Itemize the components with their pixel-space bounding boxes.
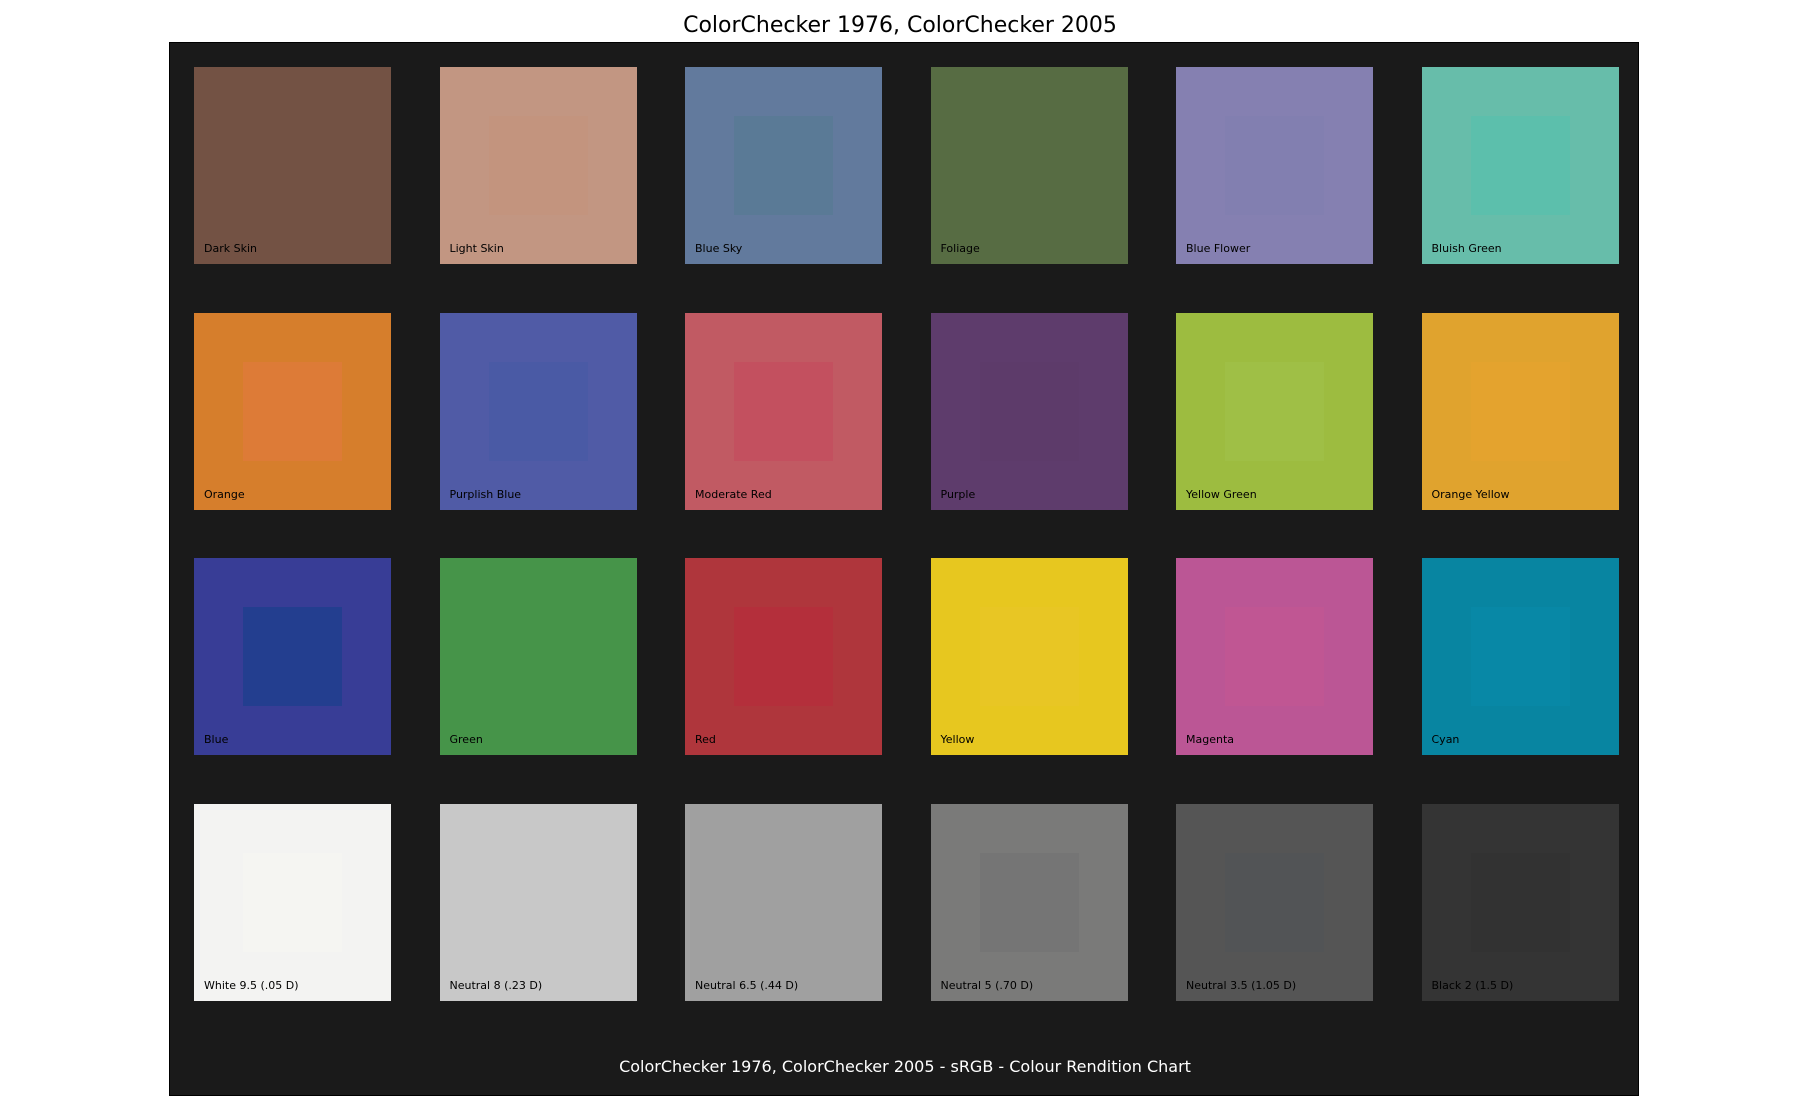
color-swatch-inner <box>979 852 1079 952</box>
color-swatch: Yellow <box>930 558 1128 755</box>
color-swatch: Magenta <box>1176 558 1373 755</box>
color-swatch-inner <box>243 852 342 952</box>
swatch-label: Neutral 6.5 (.44 D) <box>695 978 799 992</box>
color-swatch: Green <box>439 558 637 755</box>
color-swatch-inner <box>488 116 588 215</box>
swatch-label: Bluish Green <box>1431 242 1502 255</box>
swatch-label: White 9.5 (.05 D) <box>204 978 299 992</box>
color-swatch: Moderate Red <box>685 312 882 510</box>
color-swatch: Neutral 6.5 (.44 D) <box>685 803 882 1001</box>
color-swatch: Neutral 8 (.23 D) <box>439 803 637 1001</box>
swatch-label: Neutral 8 (.23 D) <box>449 978 543 992</box>
chart-title: ColorChecker 1976, ColorChecker 2005 <box>683 13 1117 38</box>
color-swatch: Light Skin <box>439 67 637 264</box>
swatch-label: Orange Yellow <box>1431 487 1510 501</box>
swatch-label: Purplish Blue <box>449 487 522 501</box>
color-swatch: Cyan <box>1421 558 1619 755</box>
swatch-label: Green <box>449 733 483 746</box>
swatch-label: Yellow <box>940 733 975 746</box>
color-swatch: Blue Flower <box>1176 67 1373 264</box>
color-swatch: Orange Yellow <box>1421 312 1619 510</box>
swatch-label: Blue Sky <box>695 242 743 255</box>
chart-caption: ColorChecker 1976, ColorChecker 2005 - s… <box>619 1057 1191 1076</box>
color-swatch-inner <box>1470 361 1570 461</box>
color-swatch-inner <box>979 116 1079 215</box>
color-swatch-inner <box>734 116 833 215</box>
color-swatch-inner <box>1225 607 1324 706</box>
swatch-label: Orange <box>204 487 245 501</box>
color-swatch-inner <box>243 361 342 461</box>
color-swatch-inner <box>1225 852 1324 952</box>
color-swatch: Blue Sky <box>685 67 882 264</box>
swatch-label: Yellow Green <box>1186 487 1257 501</box>
color-swatch: Purple <box>930 312 1128 510</box>
swatch-label: Cyan <box>1431 733 1460 746</box>
swatch-label: Dark Skin <box>204 242 257 255</box>
color-swatch: Blue <box>194 558 391 755</box>
swatch-label: Purple <box>940 487 976 501</box>
swatch-label: Blue Flower <box>1186 242 1251 255</box>
swatch-label: Black 2 (1.5 D) <box>1431 978 1514 992</box>
color-swatch-inner <box>1225 116 1324 215</box>
swatch-label: Neutral 3.5 (1.05 D) <box>1186 978 1297 992</box>
swatch-label: Red <box>695 733 716 746</box>
color-swatch-inner <box>1470 852 1570 952</box>
swatch-label: Light Skin <box>449 242 504 255</box>
color-swatch: White 9.5 (.05 D) <box>194 803 391 1001</box>
color-swatch: Orange <box>194 312 391 510</box>
color-swatch-inner <box>979 361 1079 461</box>
swatch-label: Blue <box>204 733 229 746</box>
swatch-label: Magenta <box>1186 733 1235 746</box>
color-swatch: Black 2 (1.5 D) <box>1421 803 1619 1001</box>
color-swatch: Red <box>685 558 882 755</box>
color-swatch: Yellow Green <box>1176 312 1373 510</box>
color-swatch: Foliage <box>930 67 1128 264</box>
swatch-label: Neutral 5 (.70 D) <box>940 978 1034 992</box>
color-swatch-inner <box>734 361 833 461</box>
color-swatch-inner <box>488 607 588 706</box>
color-swatch-inner <box>979 607 1079 706</box>
color-swatch-inner <box>734 607 833 706</box>
color-swatch-inner <box>1225 361 1324 461</box>
color-swatch-inner <box>1470 116 1570 215</box>
color-swatch-inner <box>243 116 342 215</box>
color-swatch-inner <box>488 361 588 461</box>
swatch-label: Moderate Red <box>695 487 772 501</box>
color-swatch-inner <box>1470 607 1570 706</box>
color-swatch: Bluish Green <box>1421 67 1619 264</box>
color-swatch-inner <box>243 607 342 706</box>
color-swatch: Purplish Blue <box>439 312 637 510</box>
color-swatch-inner <box>734 852 833 952</box>
color-swatch: Dark Skin <box>194 67 391 264</box>
swatch-label: Foliage <box>940 242 980 255</box>
colour-rendition-chart: ColorChecker 1976, ColorChecker 2005 - s… <box>169 42 1639 1096</box>
color-swatch: Neutral 5 (.70 D) <box>930 803 1128 1001</box>
color-swatch: Neutral 3.5 (1.05 D) <box>1176 803 1373 1001</box>
color-swatch-inner <box>488 852 588 952</box>
